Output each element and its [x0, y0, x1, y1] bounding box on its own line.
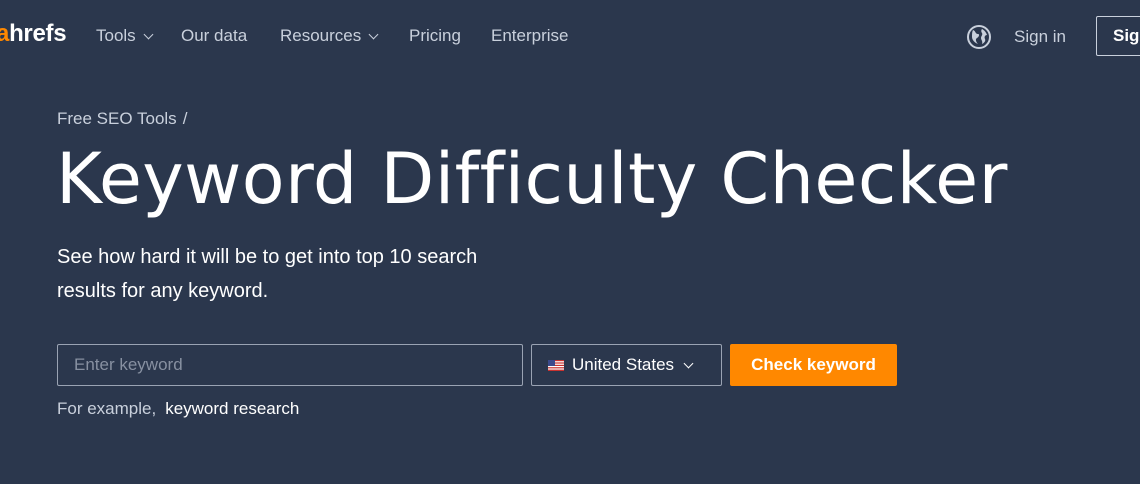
- nav-item-resources[interactable]: Resources: [280, 25, 379, 47]
- logo-accent: a: [0, 20, 10, 47]
- nav-item-label: Enterprise: [491, 26, 569, 45]
- page-title: Keyword Difficulty Checker: [56, 138, 1008, 220]
- nav-item-label: Our data: [181, 26, 248, 45]
- breadcrumb: Free SEO Tools /: [57, 108, 187, 130]
- chevron-down-icon: [368, 29, 379, 39]
- nav-item-pricing[interactable]: Pricing: [409, 25, 461, 47]
- globe-icon[interactable]: [966, 24, 992, 50]
- nav-item-label: Tools: [96, 26, 136, 45]
- nav-item-label: Resources: [280, 26, 362, 45]
- breadcrumb-link-free-seo-tools[interactable]: Free SEO Tools: [57, 109, 177, 128]
- sign-in-link[interactable]: Sign in: [1014, 26, 1066, 48]
- ahrefs-logo[interactable]: ahrefs: [0, 20, 67, 48]
- breadcrumb-separator: /: [182, 109, 188, 128]
- nav-item-tools[interactable]: Tools: [96, 25, 154, 47]
- nav-item-our-data[interactable]: Our data: [181, 25, 247, 47]
- sign-up-button[interactable]: Sig: [1096, 16, 1140, 56]
- us-flag-icon: [548, 359, 564, 371]
- top-navigation: ahrefs Tools Our data Resources Pricing …: [0, 0, 1140, 72]
- subtitle-line: results for any keyword.: [57, 280, 269, 302]
- keyword-input[interactable]: [57, 344, 523, 386]
- subtitle-line: See how hard it will be to get into top …: [57, 246, 478, 268]
- check-keyword-button[interactable]: Check keyword: [730, 344, 897, 386]
- chevron-down-icon: [143, 29, 154, 39]
- nav-item-label: Pricing: [409, 26, 461, 45]
- example-label: For example,: [57, 399, 157, 418]
- country-label: United States: [572, 355, 675, 374]
- logo-text: hrefs: [9, 20, 67, 47]
- nav-item-enterprise[interactable]: Enterprise: [491, 25, 568, 47]
- example-keyword-link[interactable]: keyword research: [165, 399, 299, 418]
- chevron-down-icon: [683, 358, 694, 368]
- example-hint: For example, keyword research: [57, 398, 299, 420]
- country-select[interactable]: United States: [531, 344, 722, 386]
- page-subtitle: See how hard it will be to get into top …: [57, 240, 557, 308]
